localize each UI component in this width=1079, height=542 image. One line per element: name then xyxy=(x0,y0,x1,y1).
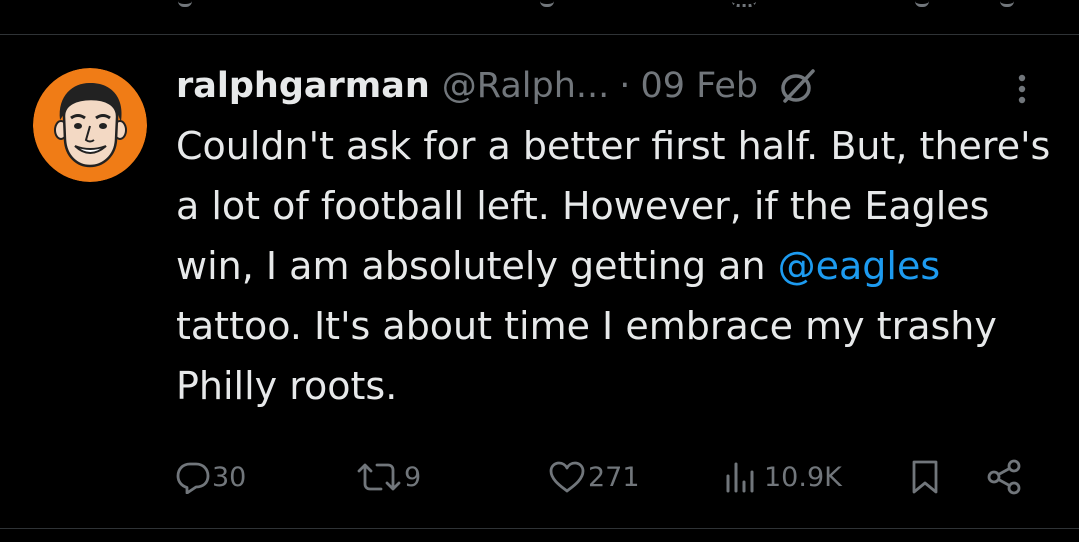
previous-reply-icon-fragment xyxy=(178,0,192,7)
tweet-actions: 30 9 271 10.9K xyxy=(0,452,1079,502)
tweet-date[interactable]: 09 Feb xyxy=(640,66,758,106)
previous-share-icon-fragment xyxy=(1000,0,1014,7)
views-button[interactable]: 10.9K xyxy=(724,452,842,502)
tweet-text: Couldn't ask for a better first half. Bu… xyxy=(176,116,1056,416)
bookmark-button[interactable] xyxy=(910,452,940,502)
reply-icon xyxy=(176,462,210,494)
cartoon-avatar-icon xyxy=(33,68,147,182)
previous-views-icon-fragment xyxy=(732,0,756,7)
tweet-divider-top xyxy=(0,34,1079,35)
like-button[interactable]: 271 xyxy=(548,452,640,502)
more-vertical-icon[interactable] xyxy=(1012,70,1032,110)
share-icon xyxy=(987,459,1021,495)
reply-count: 30 xyxy=(212,461,247,493)
tweet-header: ralphgarman @Ralph... · 09 Feb xyxy=(176,58,816,114)
views-count: 10.9K xyxy=(764,461,842,493)
heart-icon xyxy=(549,461,585,493)
mention-link[interactable]: @eagles xyxy=(778,244,941,288)
previous-bookmark-icon-fragment xyxy=(915,0,929,7)
share-button[interactable] xyxy=(985,452,1023,502)
bookmark-icon xyxy=(912,460,938,494)
repost-icon xyxy=(357,463,401,491)
tweet-text-part2: tattoo. It's about time I embrace my tra… xyxy=(176,304,997,408)
views-icon xyxy=(726,462,754,493)
grok-icon[interactable] xyxy=(780,68,816,104)
reply-button[interactable]: 30 xyxy=(176,452,246,502)
header-separator: · xyxy=(619,66,631,106)
avatar[interactable] xyxy=(33,68,147,182)
user-handle[interactable]: @Ralph... xyxy=(442,66,610,106)
previous-tweet-actions-fragment xyxy=(0,0,1079,34)
repost-count: 9 xyxy=(404,461,422,493)
tweet-divider-bottom xyxy=(0,528,1079,529)
previous-like-icon-fragment xyxy=(540,0,554,7)
repost-button[interactable]: 9 xyxy=(356,452,421,502)
display-name[interactable]: ralphgarman xyxy=(176,66,430,106)
like-count: 271 xyxy=(588,461,640,493)
